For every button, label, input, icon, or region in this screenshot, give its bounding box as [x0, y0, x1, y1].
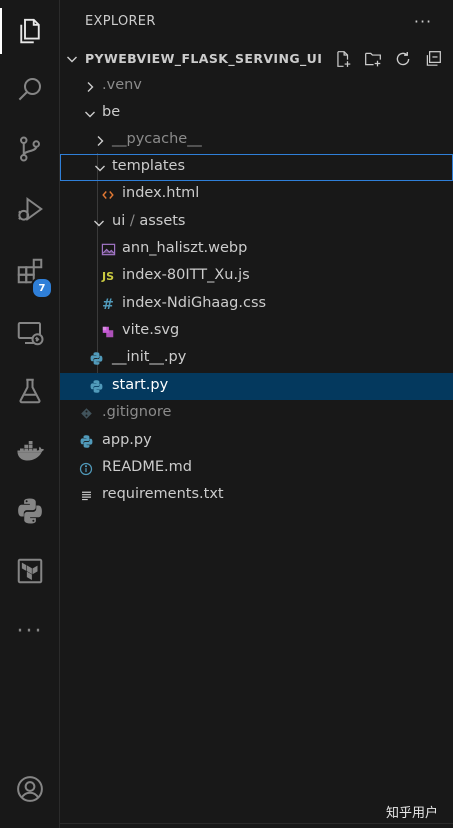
python-icon — [88, 378, 104, 395]
text-lines-icon — [78, 487, 94, 504]
refresh-icon[interactable] — [392, 48, 414, 70]
chevron-down-icon — [67, 56, 77, 63]
account-icon[interactable] — [0, 762, 60, 816]
watermark: 知乎用户 — [386, 806, 439, 821]
tree-item-label: ann_haliszt.webp — [122, 240, 248, 256]
tree-item-ann-haliszt-webp[interactable]: ann_haliszt.webp — [60, 236, 453, 263]
chevron-right-icon — [97, 136, 104, 146]
svg-icon — [100, 323, 116, 340]
project-title: PYWEBVIEW_FLASK_SERVING_UI — [85, 51, 323, 66]
activity-bar: 7 ··· — [0, 0, 60, 828]
explorer-sidebar: EXPLORER ··· PYWEBVIEW_FLASK_SERVING_UI — [60, 0, 453, 828]
js-icon: JS — [101, 270, 114, 283]
tree-item-label: app.py — [102, 432, 152, 448]
extensions-badge: 7 — [31, 277, 53, 299]
terraform-icon[interactable] — [0, 544, 60, 598]
tree-item-label: .venv — [102, 77, 142, 93]
css-icon: # — [102, 296, 114, 313]
tree-item-templates[interactable]: templates — [60, 154, 453, 181]
tree-item-label: ui / assets — [112, 213, 186, 229]
chevron-down-icon — [95, 165, 105, 172]
tree-item-app-py[interactable]: app.py — [60, 428, 453, 455]
tree-item-readme[interactable]: README.md — [60, 455, 453, 482]
tree-item-label: vite.svg — [122, 322, 180, 338]
extensions-icon[interactable]: 7 — [0, 244, 60, 299]
tree-item-requirements[interactable]: requirements.txt — [60, 482, 453, 509]
tree-item-start-py[interactable]: start.py — [60, 373, 453, 400]
tree-item-be[interactable]: be — [60, 100, 453, 127]
run-debug-icon[interactable] — [0, 182, 60, 236]
explorer-title: EXPLORER — [85, 14, 156, 29]
python-icon — [78, 433, 94, 450]
tree-item-venv[interactable]: .venv — [60, 73, 453, 100]
tree-item-pycache[interactable]: __pycache__ — [60, 127, 453, 154]
tree-item-index-html[interactable]: index.html — [60, 181, 453, 208]
tree-item-gitignore[interactable]: .gitignore — [60, 400, 453, 427]
docker-icon[interactable] — [0, 424, 60, 478]
chevron-down-icon — [94, 220, 104, 227]
new-file-icon[interactable] — [332, 48, 354, 70]
tree-item-ui-assets[interactable]: ui / assets — [60, 209, 453, 236]
source-control-icon[interactable] — [0, 122, 60, 176]
explorer-files-icon[interactable] — [0, 4, 60, 58]
info-icon — [78, 460, 94, 477]
tree-item-index-js[interactable]: JS index-80ITT_Xu.js — [60, 263, 453, 290]
tree-item-label: templates — [112, 158, 186, 174]
python-icon[interactable] — [0, 484, 60, 538]
project-section-header[interactable]: PYWEBVIEW_FLASK_SERVING_UI — [60, 45, 453, 73]
tree-item-vite-svg[interactable]: vite.svg — [60, 318, 453, 345]
python-icon — [88, 350, 104, 367]
collapse-all-icon[interactable] — [422, 48, 444, 70]
html-icon — [100, 186, 116, 203]
remote-explorer-icon[interactable] — [0, 306, 60, 360]
tree-item-label: .gitignore — [102, 404, 172, 420]
more-actions-icon[interactable]: ··· — [412, 10, 434, 32]
tree-item-label: start.py — [112, 377, 169, 393]
chevron-right-icon — [87, 82, 94, 92]
image-icon — [100, 241, 116, 258]
git-icon — [78, 405, 94, 422]
more-icon[interactable]: ··· — [0, 604, 60, 658]
tree-item-init-py[interactable]: __init__.py — [60, 345, 453, 372]
tree-item-label: be — [102, 104, 121, 120]
new-folder-icon[interactable] — [362, 48, 384, 70]
search-icon[interactable] — [0, 62, 60, 116]
tree-item-label: __init__.py — [112, 349, 187, 365]
explorer-header: EXPLORER ··· — [60, 0, 453, 44]
tree-item-label: requirements.txt — [102, 486, 224, 502]
tree-item-label: index-NdiGhaag.css — [122, 295, 267, 311]
tree-item-label: README.md — [102, 459, 192, 475]
testing-flask-icon[interactable] — [0, 364, 60, 418]
chevron-down-icon — [85, 111, 95, 118]
panel-divider — [60, 823, 453, 824]
tree-item-label: index.html — [122, 185, 200, 201]
tree-item-label: __pycache__ — [112, 131, 202, 147]
tree-item-index-css[interactable]: # index-NdiGhaag.css — [60, 291, 453, 318]
tree-item-label: index-80ITT_Xu.js — [122, 267, 250, 283]
